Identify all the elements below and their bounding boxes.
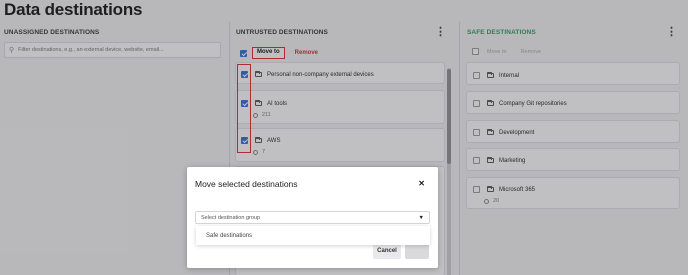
confirm-button[interactable] <box>405 243 429 259</box>
cancel-button[interactable]: Cancel <box>373 243 401 259</box>
dialog-title: Move selected destinations <box>195 179 298 189</box>
move-destinations-dialog: Move selected destinations ✕ Select dest… <box>187 167 438 268</box>
destination-group-select[interactable]: Select destination group ▼ <box>195 211 430 224</box>
close-icon[interactable]: ✕ <box>418 179 425 188</box>
caret-down-icon: ▼ <box>418 214 424 221</box>
select-placeholder: Select destination group <box>201 214 261 221</box>
dropdown-option[interactable]: Safe destinations <box>196 226 430 245</box>
